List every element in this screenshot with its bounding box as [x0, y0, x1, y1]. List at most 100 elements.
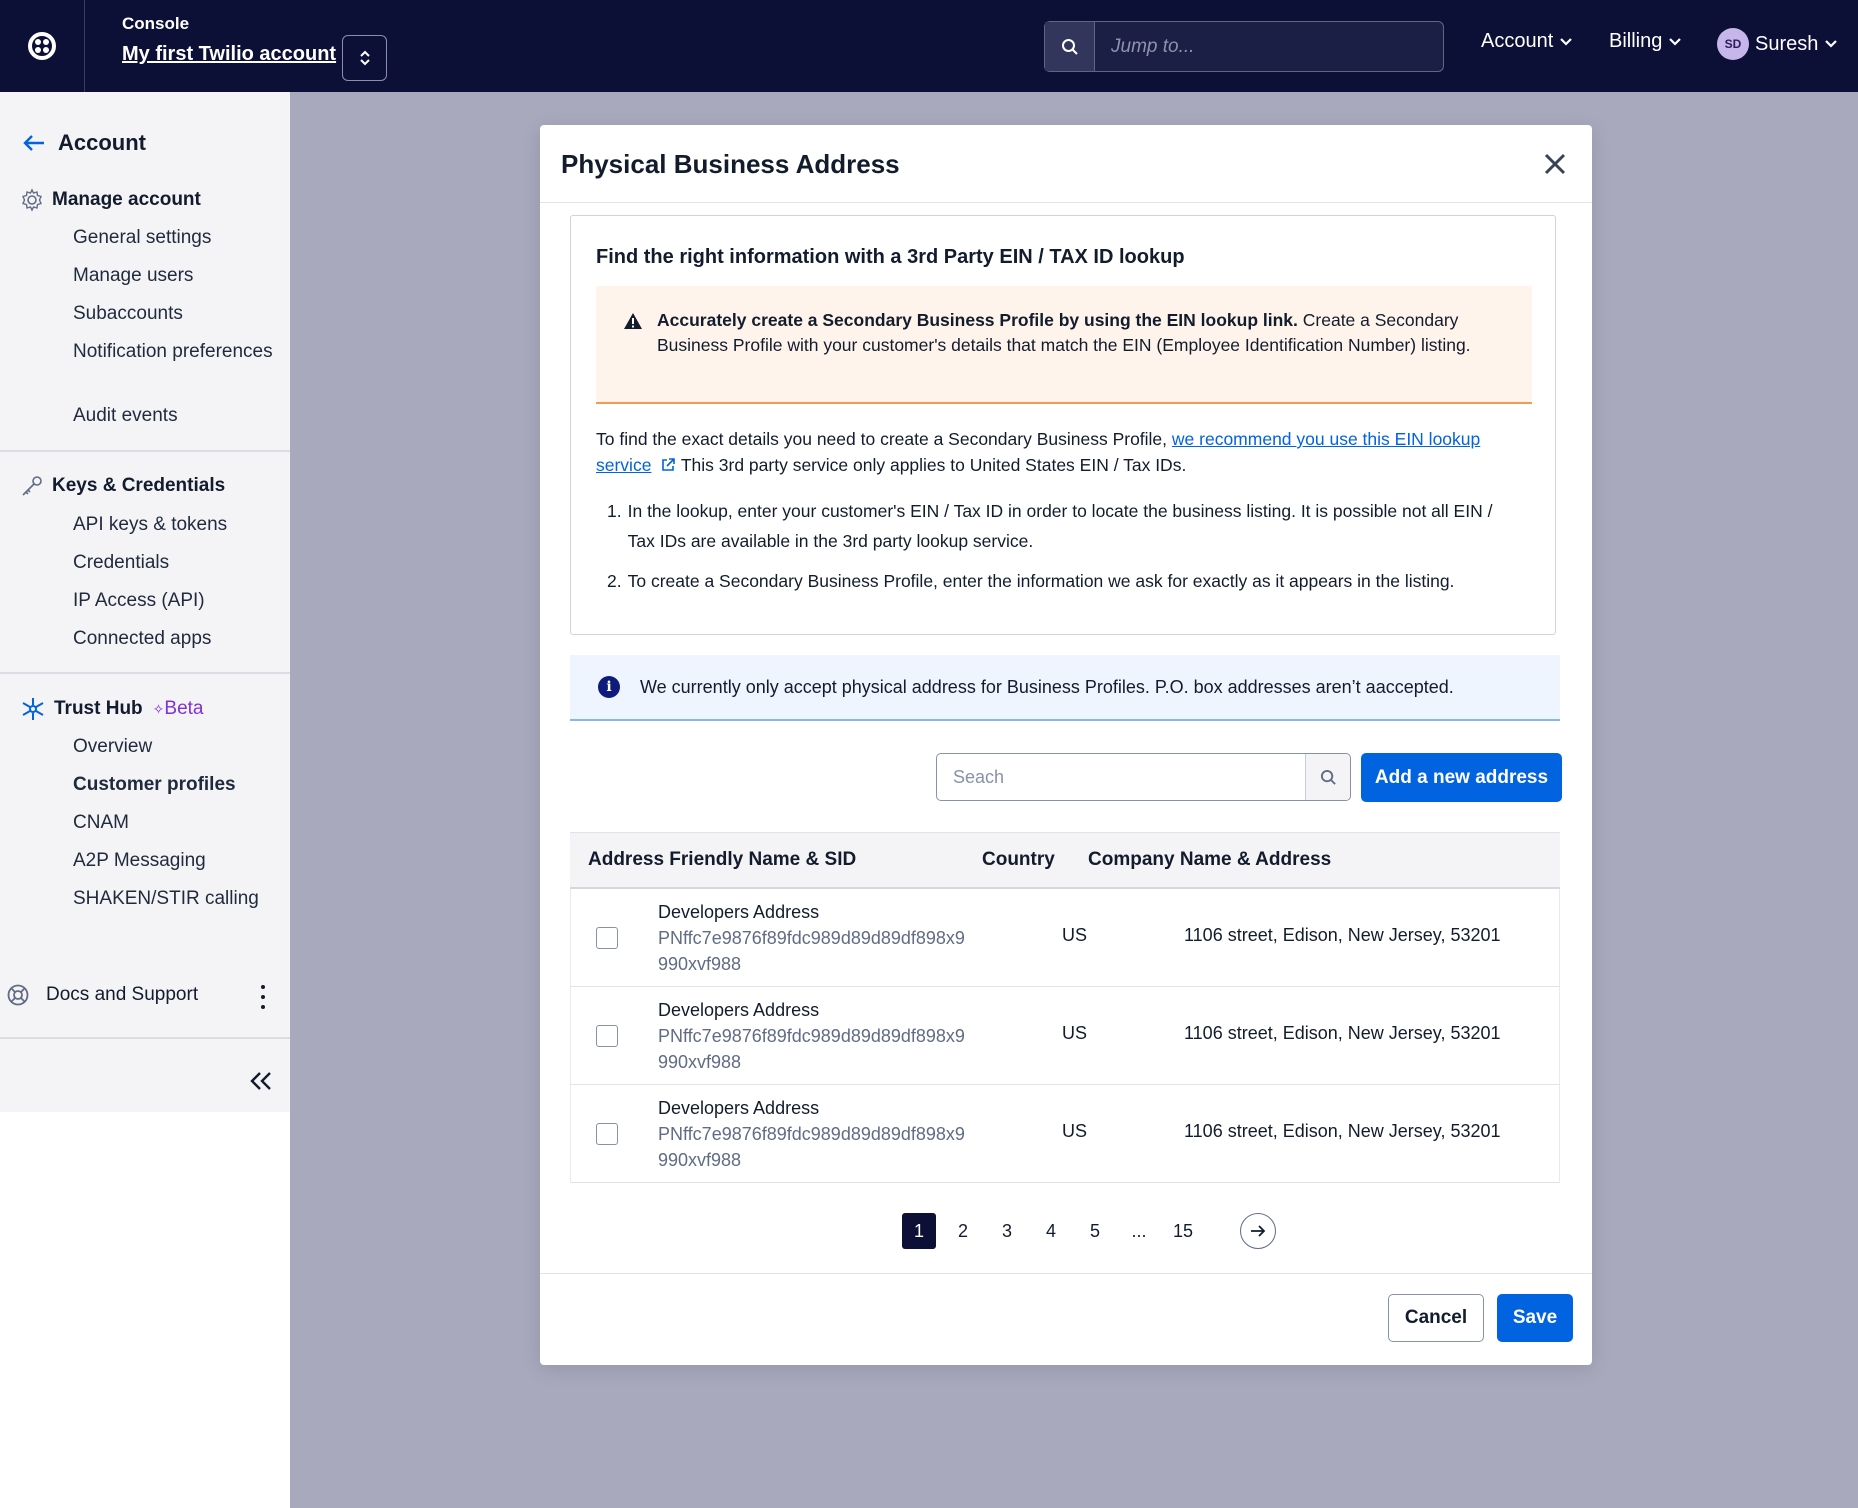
sidebar-item-cnam[interactable]: CNAM [73, 809, 129, 836]
list-item: 2. To create a Secondary Business Profile… [607, 571, 1455, 591]
modal-title: Physical Business Address [561, 149, 900, 179]
account-menu[interactable]: Account [1481, 30, 1573, 53]
sidebar-item-a2p-messaging[interactable]: A2P Messaging [73, 847, 206, 874]
sidebar-item-credentials[interactable]: Credentials [73, 549, 169, 576]
sidebar-item-notification-preferences[interactable]: Notification preferences [73, 338, 273, 365]
physical-address-modal: Physical Business Address Find the right… [540, 125, 1592, 1365]
jump-to-search[interactable] [1044, 21, 1444, 72]
page-button-1[interactable]: 1 [902, 1213, 936, 1249]
company-address-cell: 1106 street, Edison, New Jersey, 53201 [1184, 1023, 1501, 1043]
external-link-icon[interactable] [660, 457, 676, 473]
billing-menu[interactable]: Billing [1609, 30, 1682, 53]
add-new-address-button[interactable]: Add a new address [1361, 753, 1562, 802]
company-address-cell: 1106 street, Edison, New Jersey, 53201 [1184, 1121, 1501, 1141]
sidebar-docs-support[interactable]: Docs and Support [6, 983, 198, 1007]
sidebar-footer-area [0, 1112, 290, 1508]
table-header: Address Friendly Name & SID Country Comp… [570, 832, 1560, 889]
table-row[interactable]: Developers Address PNffc7e9876f89fdc989d… [570, 987, 1560, 1085]
page-button-2[interactable]: 2 [946, 1213, 980, 1249]
cancel-button[interactable]: Cancel [1388, 1294, 1484, 1342]
sidebar-item-general-settings[interactable]: General settings [73, 224, 211, 251]
chevron-down-icon [1825, 40, 1838, 48]
sidebar-section-manage-account[interactable]: Manage account [20, 188, 201, 212]
address-table: Address Friendly Name & SID Country Comp… [570, 832, 1560, 1183]
sidebar-section-trust-hub[interactable]: Trust Hub ✧Beta [20, 696, 204, 722]
sidebar-divider [0, 672, 290, 674]
page-button-3[interactable]: 3 [990, 1213, 1024, 1249]
sidebar-item-ip-access[interactable]: IP Access (API) [73, 587, 205, 614]
sidebar-item-subaccounts[interactable]: Subaccounts [73, 300, 183, 327]
info-callout: i We currently only accept physical addr… [570, 655, 1560, 721]
key-icon [22, 476, 42, 496]
sidebar-item-api-keys[interactable]: API keys & tokens [73, 511, 227, 538]
sidebar-item-connected-apps[interactable]: Connected apps [73, 625, 211, 652]
page-button-5[interactable]: 5 [1078, 1213, 1112, 1249]
sidebar-item-overview[interactable]: Overview [73, 733, 152, 760]
address-name-cell: Developers Address PNffc7e9876f89fdc989d… [658, 997, 1018, 1075]
company-address-cell: 1106 street, Edison, New Jersey, 53201 [1184, 925, 1501, 945]
billing-menu-label: Billing [1609, 30, 1663, 52]
arrow-left-icon [23, 135, 44, 151]
row-checkbox[interactable] [596, 1025, 618, 1047]
column-header-country[interactable]: Country [982, 849, 1055, 871]
pagination: 1 2 3 4 5 ... 15 [902, 1213, 1276, 1249]
account-switcher-button[interactable] [342, 35, 387, 81]
account-name-link[interactable]: My first Twilio account [122, 43, 336, 66]
page-button-4[interactable]: 4 [1034, 1213, 1068, 1249]
chevron-up-down-icon [359, 50, 370, 66]
docs-support-label: Docs and Support [46, 984, 199, 1005]
ein-lookup-card: Find the right information with a 3rd Pa… [570, 215, 1556, 635]
collapse-sidebar-button[interactable] [248, 1070, 274, 1097]
table-row[interactable]: Developers Address PNffc7e9876f89fdc989d… [570, 889, 1560, 987]
chevron-down-icon [1560, 37, 1573, 46]
country-cell: US [1062, 1121, 1088, 1141]
address-sid: PNffc7e9876f89fdc989d89d89df898x9 990xvf… [658, 928, 965, 974]
sidebar-section-keys-credentials[interactable]: Keys & Credentials [20, 474, 225, 498]
account-menu-label: Account [1481, 30, 1554, 52]
more-options-icon[interactable] [255, 985, 271, 1009]
table-row[interactable]: Developers Address PNffc7e9876f89fdc989d… [570, 1085, 1560, 1183]
warning-icon [624, 313, 642, 329]
sidebar-back-account[interactable]: Account [22, 130, 146, 156]
top-bar: Console My first Twilio account Account … [0, 0, 1858, 92]
chevron-double-left-icon [250, 1072, 271, 1090]
lookup-steps: 1. In the lookup, enter your customer's E… [607, 496, 1522, 606]
user-menu[interactable]: SD Suresh [1717, 28, 1838, 60]
info-text: We currently only accept physical addres… [640, 676, 1454, 697]
sidebar-back-label: Account [58, 130, 146, 155]
user-name: Suresh [1755, 32, 1819, 55]
sidebar-item-shaken-stir[interactable]: SHAKEN/STIR calling [73, 885, 259, 912]
save-button[interactable]: Save [1497, 1294, 1573, 1342]
twilio-logo[interactable] [0, 0, 85, 92]
modal-header: Physical Business Address [540, 125, 1592, 203]
address-search[interactable] [936, 753, 1351, 801]
info-icon: i [598, 676, 620, 698]
row-checkbox[interactable] [596, 1123, 618, 1145]
search-input[interactable] [937, 754, 1305, 800]
sidebar-item-audit-events[interactable]: Audit events [73, 402, 178, 429]
lifebuoy-icon [7, 984, 29, 1006]
search-icon [1320, 769, 1336, 785]
search-button[interactable] [1305, 754, 1350, 800]
lookup-title: Find the right information with a 3rd Pa… [596, 246, 1185, 268]
row-checkbox[interactable] [596, 927, 618, 949]
jump-to-input[interactable] [1095, 22, 1443, 71]
sidebar-item-customer-profiles[interactable]: Customer profiles [73, 771, 236, 798]
warning-callout: Accurately create a Secondary Business P… [596, 286, 1532, 404]
sidebar-item-manage-users[interactable]: Manage users [73, 262, 193, 289]
section-title: Manage account [52, 189, 201, 210]
chevron-down-icon [1669, 37, 1682, 46]
address-name-cell: Developers Address PNffc7e9876f89fdc989d… [658, 1095, 1018, 1173]
lookup-description: To find the exact details you need to cr… [596, 429, 1481, 475]
search-icon[interactable] [1045, 22, 1095, 71]
page-ellipsis: ... [1131, 1220, 1147, 1241]
twilio-logo-icon [28, 32, 56, 60]
column-header-address[interactable]: Company Name & Address [1088, 849, 1331, 871]
close-icon [1544, 153, 1566, 175]
address-sid: PNffc7e9876f89fdc989d89d89df898x9 990xvf… [658, 1026, 965, 1072]
next-page-button[interactable] [1240, 1213, 1276, 1249]
close-button[interactable] [1538, 147, 1572, 181]
arrow-right-icon [1251, 1225, 1266, 1237]
page-button-15[interactable]: 15 [1166, 1213, 1200, 1249]
column-header-name[interactable]: Address Friendly Name & SID [588, 849, 856, 871]
